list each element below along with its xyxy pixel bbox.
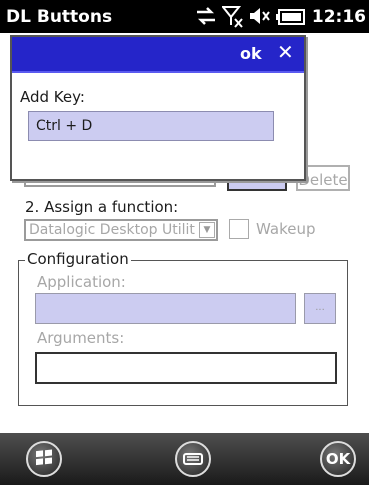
arguments-label: Arguments: [37, 329, 125, 347]
add-key-label: Add Key: [20, 88, 85, 106]
windows-start-icon[interactable] [26, 441, 62, 477]
chevron-down-icon[interactable]: ▼ [199, 222, 215, 238]
connectivity-icon[interactable] [194, 5, 218, 31]
wakeup-checkbox[interactable] [229, 219, 249, 239]
key-input[interactable]: Ctrl + D [28, 111, 274, 141]
add-key-dialog: ok ✕ Add Key: Ctrl + D [10, 35, 306, 181]
function-select-value: Datalogic Desktop Utilit [29, 222, 195, 238]
application-browse-label: ... [315, 302, 325, 313]
signal-off-icon[interactable] [220, 5, 244, 33]
application-field[interactable] [35, 293, 296, 324]
dialog-title-bar: ok ✕ [12, 37, 304, 73]
ok-button[interactable]: ok [240, 44, 262, 63]
clock[interactable]: 12:16 [312, 7, 366, 27]
close-icon[interactable]: ✕ [277, 40, 294, 64]
keyboard-icon[interactable] [175, 441, 211, 477]
configuration-label: Configuration [25, 250, 131, 268]
wakeup-label: Wakeup [256, 220, 316, 238]
function-select[interactable]: Datalogic Desktop Utilit ▼ [24, 219, 218, 241]
application-label: Application: [37, 273, 126, 291]
app-title: DL Buttons [6, 7, 113, 27]
bottom-ok-button[interactable]: OK [320, 441, 356, 477]
battery-icon[interactable] [276, 9, 306, 29]
application-browse-button[interactable]: ... [304, 293, 336, 324]
bottom-ok-label: OK [325, 450, 351, 468]
arguments-field[interactable] [35, 352, 337, 384]
key-input-value: Ctrl + D [36, 118, 93, 134]
volume-muted-icon[interactable] [248, 5, 272, 31]
assign-function-label: 2. Assign a function: [25, 198, 179, 216]
status-bar: DL Buttons 12:16 [0, 0, 369, 33]
